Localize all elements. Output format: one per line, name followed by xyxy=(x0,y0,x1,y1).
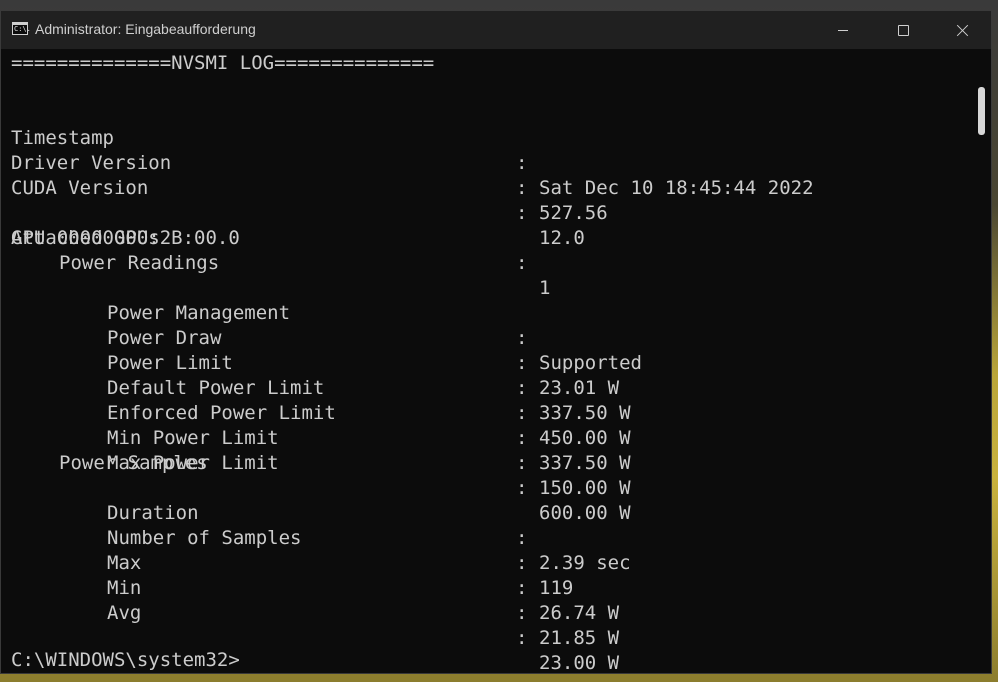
cmd-icon: C:\. xyxy=(12,22,31,35)
window-title: Administrator: Eingabeaufforderung xyxy=(35,21,256,37)
field-row: Default Power Limit : 450.00 W xyxy=(11,351,975,449)
field-row: Max : 26.74 W xyxy=(11,526,975,624)
console-output[interactable]: ==============NVSMI LOG============== Ti… xyxy=(1,49,975,673)
maximize-button[interactable] xyxy=(873,11,933,49)
field-separator: : xyxy=(516,602,528,624)
field-separator: : xyxy=(516,627,528,649)
field-row: Number of Samples : 119 xyxy=(11,501,975,599)
field-key: Avg xyxy=(107,602,142,624)
field-value: 26.74 W xyxy=(539,602,620,624)
vertical-scrollbar[interactable] xyxy=(973,49,991,673)
field-row: Max Power Limit : 600.00 W xyxy=(11,426,975,524)
cmd-icon-text: C:\. xyxy=(14,25,31,33)
field-value: 21.85 W xyxy=(539,627,620,649)
section-power-samples: Power Samples xyxy=(59,452,208,474)
title-bar[interactable]: C:\. Administrator: Eingabeaufforderung xyxy=(1,11,991,49)
field-row: Min Power Limit : 150.00 W xyxy=(11,401,975,499)
field-value: 23.00 W xyxy=(539,652,620,674)
field-row: Power Limit : 337.50 W xyxy=(11,326,975,424)
field-key: CUDA Version xyxy=(11,177,149,199)
field-row: Power Management : Supported xyxy=(11,276,975,374)
field-row: CUDA Version : 12.0 xyxy=(11,151,975,249)
field-value: Sat Dec 10 18:45:44 2022 xyxy=(539,177,814,199)
close-button[interactable] xyxy=(933,11,991,49)
command-prompt[interactable]: C:\WINDOWS\system32> xyxy=(11,648,240,673)
section-power-readings: Power Readings xyxy=(59,252,220,274)
close-icon xyxy=(957,24,969,36)
log-header: ==============NVSMI LOG============== xyxy=(11,52,435,74)
field-row: Timestamp : Sat Dec 10 18:45:44 2022 xyxy=(11,101,975,199)
field-row: Avg : 23.00 W xyxy=(11,576,975,673)
field-separator: : xyxy=(516,177,528,199)
field-row: Driver Version : 527.56 xyxy=(11,126,975,224)
minimize-icon xyxy=(838,29,848,31)
scrollbar-thumb[interactable] xyxy=(978,87,985,135)
gpu-id-line: GPU 00000000:2B:00.0 xyxy=(11,227,240,249)
field-row: Power Draw : 23.01 W xyxy=(11,301,975,399)
minimize-button[interactable] xyxy=(813,11,873,49)
maximize-icon xyxy=(897,24,909,36)
field-row: Enforced Power Limit : 337.50 W xyxy=(11,376,975,474)
terminal-window: C:\. Administrator: Eingabeaufforderung … xyxy=(0,10,992,674)
field-row: Attached GPUs : 1 xyxy=(11,201,975,299)
field-row: Duration : 2.39 sec xyxy=(11,476,975,574)
field-row: Min : 21.85 W xyxy=(11,551,975,649)
